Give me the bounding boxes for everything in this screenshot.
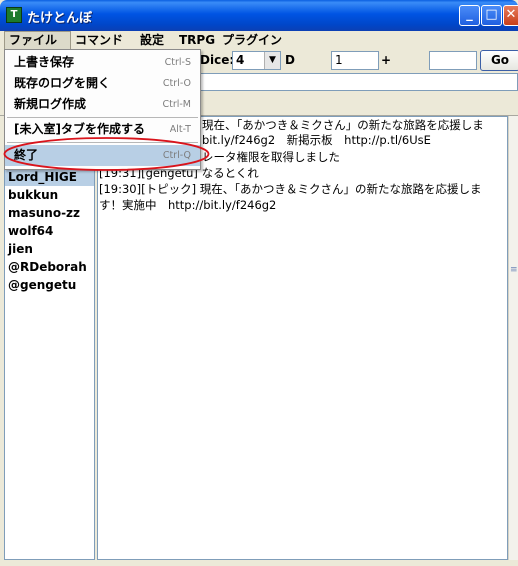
dice-count-value: 4 bbox=[236, 53, 245, 67]
menu-item-open-log-label: 既存のログを開く bbox=[14, 76, 111, 90]
dice-label: Dice: bbox=[200, 53, 235, 67]
input-row bbox=[200, 72, 518, 92]
menu-item-create-tab-label: [未入室]タブを作成する bbox=[14, 122, 145, 136]
chat-log[interactable]: 現在、「あかつき＆ミクさん」の新たな旅路を応援しま bit.ly/f246g2 … bbox=[97, 116, 508, 560]
user-list[interactable]: Lord_HIGE bukkun masuno-zz wolf64 jien @… bbox=[4, 167, 95, 560]
user-item-jien[interactable]: jien bbox=[5, 240, 94, 258]
log-line: [19:30][トピック] 現在、「あかつき＆ミクさん」の新たな旅路を応援しま bbox=[99, 182, 482, 196]
window-title: たけとんぼ bbox=[27, 11, 93, 26]
menu-item-open-log[interactable]: 既存のログを開く Ctrl-O bbox=[5, 73, 200, 94]
menu-item-open-log-shortcut: Ctrl-O bbox=[162, 78, 191, 89]
close-button[interactable]: ✕ bbox=[503, 5, 518, 26]
user-item-bukkun[interactable]: bukkun bbox=[5, 186, 94, 204]
d-label: D bbox=[285, 53, 295, 67]
log-line: bit.ly/f246g2 新掲示板 http://p.tl/6UsE bbox=[202, 133, 431, 147]
menu-bar: ファイル コマンド 設定 TRPG プラグイン bbox=[0, 31, 518, 50]
app-icon: T bbox=[6, 7, 22, 23]
menu-item-new-log-shortcut: Ctrl-M bbox=[162, 99, 191, 110]
menu-trpg[interactable]: TRPG bbox=[175, 31, 219, 50]
menu-item-save-shortcut: Ctrl-S bbox=[164, 57, 191, 68]
highlight-ellipse bbox=[3, 137, 210, 171]
title-bar[interactable]: T たけとんぼ _ □ ✕ bbox=[0, 0, 518, 31]
menu-item-save-label: 上書き保存 bbox=[14, 55, 75, 69]
chat-input[interactable] bbox=[200, 73, 518, 91]
maximize-button[interactable]: □ bbox=[481, 5, 502, 26]
chevron-down-icon[interactable]: ▼ bbox=[264, 52, 280, 69]
menu-settings[interactable]: 設定 bbox=[136, 31, 168, 50]
user-item-wolf64[interactable]: wolf64 bbox=[5, 222, 94, 240]
menu-separator bbox=[7, 117, 198, 118]
menu-item-new-log-label: 新規ログ作成 bbox=[14, 97, 87, 111]
log-line: レータ権限を取得しました bbox=[202, 150, 340, 164]
menu-command[interactable]: コマンド bbox=[71, 31, 127, 50]
log-line: す！実施中 http://bit.ly/f246g2 bbox=[99, 198, 277, 212]
dice-count-select[interactable]: 4 ▼ bbox=[232, 51, 281, 70]
go-button[interactable]: Go bbox=[480, 50, 518, 71]
menu-plugin[interactable]: プラグイン bbox=[218, 31, 286, 50]
menu-item-new-log[interactable]: 新規ログ作成 Ctrl-M bbox=[5, 94, 200, 115]
plus-label: + bbox=[381, 53, 392, 67]
dice-sides-input[interactable]: 1 bbox=[331, 51, 379, 70]
menu-file[interactable]: ファイル bbox=[4, 31, 71, 50]
dice-modifier-input[interactable] bbox=[429, 51, 477, 70]
user-item-masuno-zz[interactable]: masuno-zz bbox=[5, 204, 94, 222]
menu-item-save[interactable]: 上書き保存 Ctrl-S bbox=[5, 52, 200, 73]
minimize-button[interactable]: _ bbox=[459, 5, 480, 26]
scroll-grip-icon[interactable]: ≡ bbox=[510, 266, 518, 275]
user-item-rdeborah[interactable]: @RDeborah bbox=[5, 258, 94, 276]
log-scrollbar[interactable]: ≡ bbox=[508, 116, 518, 560]
user-item-gengetu[interactable]: @gengetu bbox=[5, 276, 94, 294]
